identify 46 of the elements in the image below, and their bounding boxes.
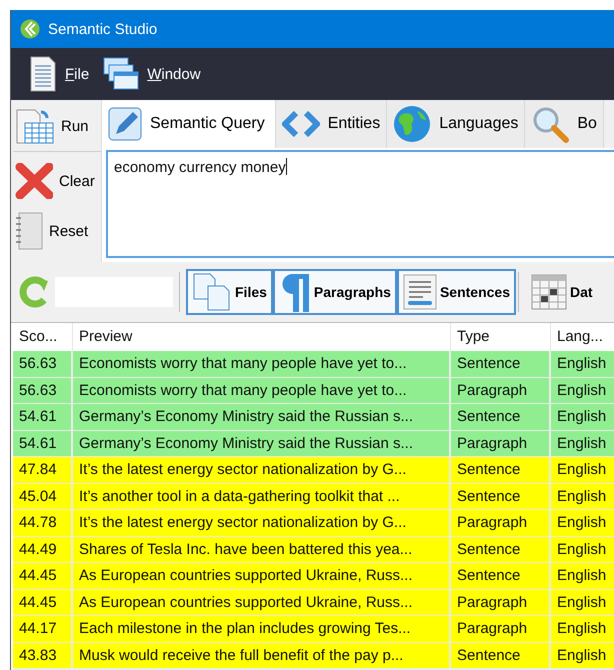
table-row[interactable]: 45.04 It’s another tool in a data-gathering toolkit that ... Sentence English bbox=[13, 484, 614, 510]
table-row[interactable]: 56.63 Economists worry that many people have yet to... Sentence English bbox=[13, 351, 614, 378]
notebook-icon bbox=[15, 212, 43, 250]
app-logo-icon bbox=[20, 19, 40, 39]
table-row[interactable]: 44.49 Shares of Tesla Inc. have been battered this yea... Sentence English bbox=[13, 536, 614, 563]
toggle-button[interactable]: Sentences bbox=[396, 269, 516, 315]
window-title: Semantic Studio bbox=[48, 20, 158, 38]
cross-icon bbox=[15, 163, 53, 199]
tab[interactable]: Entities bbox=[276, 100, 388, 148]
document-icon bbox=[29, 56, 57, 92]
angle-brackets-icon bbox=[282, 111, 320, 137]
documents-icon bbox=[192, 273, 232, 311]
table-cell: Sentence bbox=[451, 642, 551, 668]
table-cell: Musk would receive the full benefit of the pay p... bbox=[73, 642, 451, 668]
calendar-icon bbox=[531, 274, 567, 310]
toggle-button[interactable]: Files bbox=[186, 269, 273, 315]
toggle-button[interactable]: Paragraphs bbox=[272, 269, 397, 315]
table-row[interactable]: 54.61 Germany’s Economy Ministry said the Russian s... Paragraph English bbox=[13, 430, 614, 457]
table-row[interactable]: 47.84 It’s the latest energy sector nationalization by G... Sentence English bbox=[13, 457, 614, 484]
menu-item[interactable]: File bbox=[29, 56, 90, 92]
side-button[interactable]: Clear bbox=[13, 156, 101, 206]
tab[interactable]: Semantic Query bbox=[102, 100, 276, 148]
refresh-icon bbox=[17, 275, 51, 309]
table-row[interactable]: 44.45 As European countries supported Ukraine, Russ... Paragraph English bbox=[13, 590, 614, 616]
windows-icon bbox=[103, 57, 140, 91]
table-row[interactable]: 43.83 Musk would receive the full benefit of the pay p... Sentence English bbox=[13, 642, 614, 669]
search-icon bbox=[531, 105, 570, 143]
toggle-button[interactable]: Dat bbox=[525, 269, 599, 315]
side-button[interactable]: Run bbox=[13, 102, 101, 152]
table-row[interactable]: 56.63 Economists worry that many people have yet to... Paragraph English bbox=[13, 378, 614, 404]
table-cell: English bbox=[551, 642, 614, 668]
globe-icon bbox=[393, 105, 432, 143]
menu-item[interactable]: Window bbox=[103, 57, 201, 91]
text-lines-icon bbox=[402, 274, 437, 310]
side-button[interactable]: Reset bbox=[13, 206, 101, 256]
tab[interactable]: Languages bbox=[387, 100, 526, 148]
tab[interactable]: Bo bbox=[525, 100, 604, 148]
pencil-icon bbox=[108, 107, 142, 141]
table-row[interactable]: 54.61 Germany’s Economy Ministry said the Russian s... Sentence English bbox=[13, 404, 614, 430]
table-row[interactable]: 44.45 As European countries supported Ukraine, Russ... Sentence English bbox=[13, 563, 614, 590]
table-row[interactable]: 44.17 Each milestone in the plan includes growing Tes... Paragraph English bbox=[13, 616, 614, 642]
query-field[interactable]: economy currency money bbox=[106, 150, 614, 258]
refresh-button[interactable] bbox=[17, 275, 51, 309]
table-cell: 43.83 bbox=[13, 642, 73, 668]
table-row[interactable]: 44.78 It’s the latest energy sector nationalization by G... Paragraph English bbox=[13, 510, 614, 536]
spreadsheet-icon bbox=[15, 108, 55, 144]
